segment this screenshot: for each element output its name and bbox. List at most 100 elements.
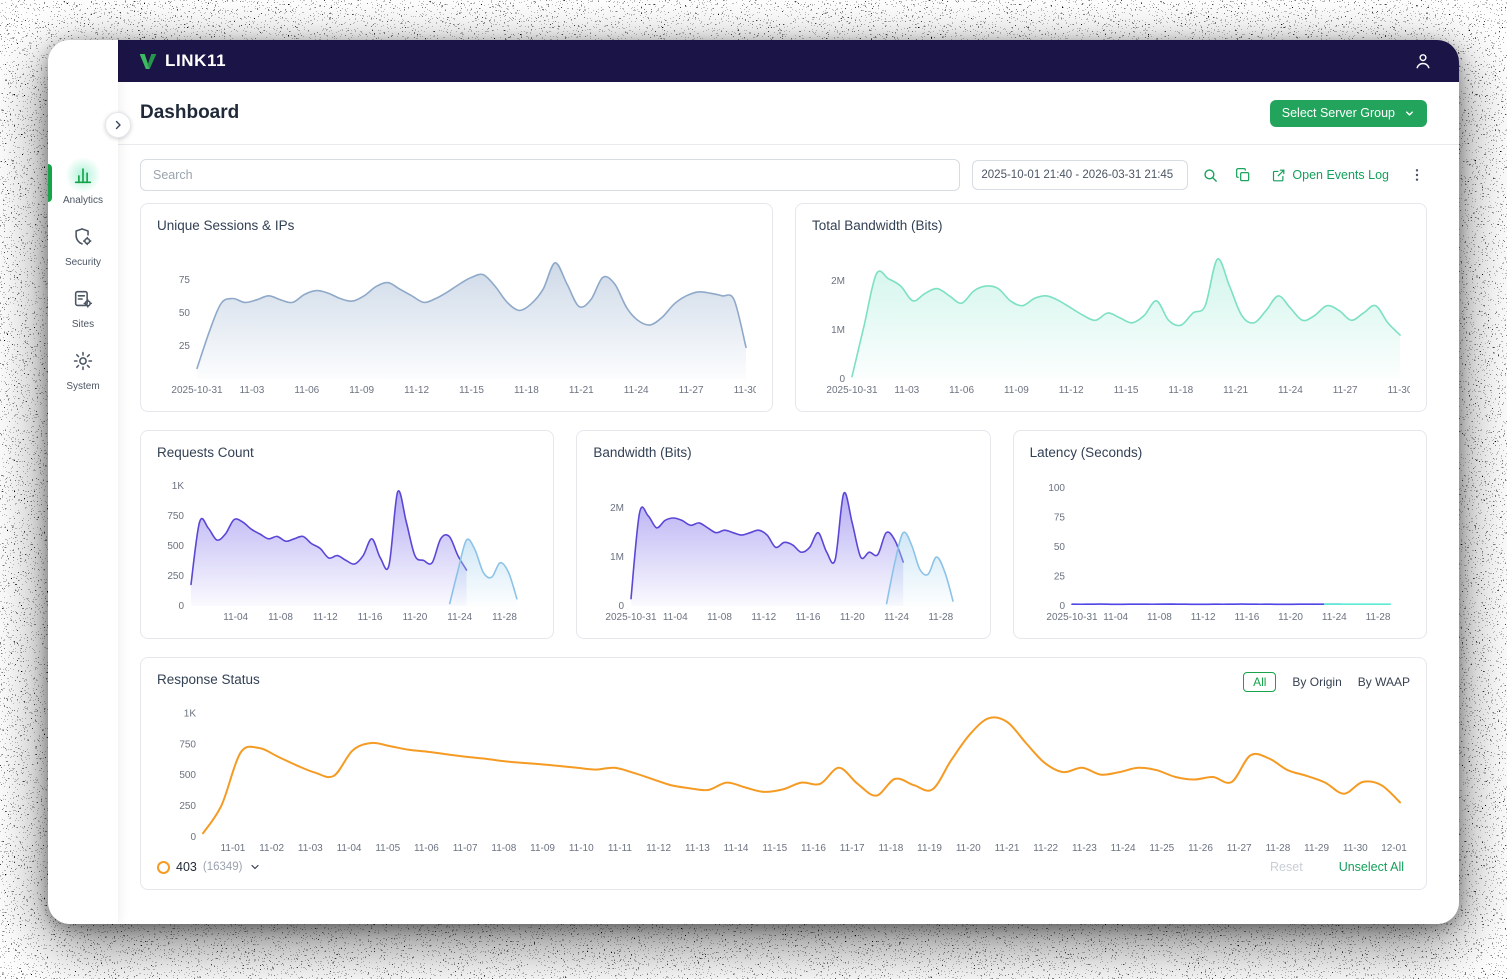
svg-text:1K: 1K: [172, 481, 185, 492]
legend-actions: Reset Unselect All: [1264, 859, 1410, 875]
svg-text:11-20: 11-20: [402, 612, 427, 623]
date-range-value: 2025-10-01 21:40 - 2026-03-31 21:45: [981, 169, 1173, 181]
svg-text:2025-10-31: 2025-10-31: [171, 385, 223, 396]
page-title: Dashboard: [140, 102, 239, 124]
response-status-footer: 403 (16349) Reset Unselect All: [157, 859, 1410, 875]
sidebar-item-sites[interactable]: Sites: [48, 282, 118, 330]
open-events-log-button[interactable]: Open Events Log: [1265, 167, 1395, 184]
svg-text:11-03: 11-03: [239, 385, 264, 396]
svg-text:11-02: 11-02: [259, 843, 284, 854]
svg-text:11-12: 11-12: [404, 385, 429, 396]
search-button[interactable]: [1200, 165, 1221, 186]
svg-text:11-26: 11-26: [1188, 843, 1213, 854]
svg-text:11-24: 11-24: [624, 385, 649, 396]
legend-403-label: 403: [176, 860, 197, 874]
total-bandwidth-chart: 2M1M02025-10-3111-0311-0611-0911-1211-15…: [812, 239, 1410, 397]
main-area: LINK11 Dashboard Select Server Group 202…: [118, 40, 1459, 924]
svg-text:25: 25: [179, 341, 191, 352]
tab-by-origin[interactable]: By Origin: [1292, 675, 1341, 689]
sidebar-expand-button[interactable]: [105, 112, 131, 138]
svg-text:11-19: 11-19: [917, 843, 942, 854]
svg-text:1M: 1M: [610, 552, 624, 563]
sidebar-item-label: Security: [65, 257, 101, 268]
svg-text:11-23: 11-23: [1072, 843, 1097, 854]
svg-text:11-28: 11-28: [1265, 843, 1290, 854]
page-content: Dashboard Select Server Group 2025-10-01…: [118, 82, 1459, 924]
sidebar-item-label: System: [66, 381, 99, 392]
svg-text:11-16: 11-16: [796, 612, 821, 623]
svg-text:11-11: 11-11: [608, 843, 633, 854]
sidebar-item-analytics[interactable]: Analytics: [48, 158, 118, 206]
app-header: LINK11: [118, 40, 1459, 82]
svg-text:11-12: 11-12: [1059, 385, 1084, 396]
gear-icon: [66, 344, 100, 378]
reset-button[interactable]: Reset: [1264, 859, 1309, 875]
svg-text:11-17: 11-17: [840, 843, 865, 854]
svg-text:11-27: 11-27: [1227, 843, 1252, 854]
select-server-group-label: Select Server Group: [1282, 106, 1395, 120]
svg-text:11-04: 11-04: [223, 612, 248, 623]
svg-text:11-08: 11-08: [268, 612, 293, 623]
user-account-button[interactable]: [1413, 51, 1433, 71]
sidebar-item-label: Analytics: [63, 195, 103, 206]
chart-title: Bandwidth (Bits): [593, 445, 973, 460]
svg-text:11-08: 11-08: [1147, 612, 1172, 623]
search-input[interactable]: [140, 159, 960, 191]
svg-text:50: 50: [179, 308, 191, 319]
svg-text:0: 0: [839, 374, 845, 385]
unique-sessions-card: Unique Sessions & IPs 7550252025-10-3111…: [140, 203, 773, 412]
svg-text:11-24: 11-24: [884, 612, 909, 623]
svg-text:11-28: 11-28: [492, 612, 517, 623]
legend-403[interactable]: 403 (16349): [157, 860, 261, 874]
chart-title: Latency (Seconds): [1030, 445, 1410, 460]
latency-card: Latency (Seconds) 10075502502025-10-3111…: [1013, 430, 1427, 639]
select-server-group-button[interactable]: Select Server Group: [1270, 100, 1427, 127]
svg-text:11-16: 11-16: [358, 612, 383, 623]
sidebar: Analytics Security Sites System: [48, 40, 118, 924]
svg-text:11-08: 11-08: [707, 612, 732, 623]
svg-text:11-13: 11-13: [685, 843, 710, 854]
svg-text:75: 75: [1054, 513, 1066, 524]
svg-text:11-27: 11-27: [1333, 385, 1358, 396]
active-nav-indicator: [48, 164, 52, 202]
svg-text:11-28: 11-28: [1365, 612, 1390, 623]
tab-by-waap[interactable]: By WAAP: [1358, 675, 1410, 689]
sidebar-item-system[interactable]: System: [48, 344, 118, 392]
svg-text:2025-10-31: 2025-10-31: [606, 612, 658, 623]
svg-text:11-12: 11-12: [646, 843, 671, 854]
tab-all[interactable]: All: [1243, 672, 1276, 692]
app-window: Analytics Security Sites System: [48, 40, 1459, 924]
svg-text:11-12: 11-12: [752, 612, 777, 623]
svg-text:11-06: 11-06: [949, 385, 974, 396]
more-options-button[interactable]: [1407, 165, 1427, 185]
svg-text:75: 75: [179, 275, 191, 286]
svg-text:11-24: 11-24: [447, 612, 472, 623]
svg-text:1M: 1M: [831, 325, 845, 336]
svg-text:11-21: 11-21: [569, 385, 594, 396]
sidebar-item-security[interactable]: Security: [48, 220, 118, 268]
svg-text:11-07: 11-07: [453, 843, 478, 854]
unselect-all-button[interactable]: Unselect All: [1333, 859, 1410, 875]
svg-text:11-10: 11-10: [569, 843, 594, 854]
open-events-log-icon: [1271, 168, 1286, 183]
svg-text:11-09: 11-09: [1004, 385, 1029, 396]
copy-button[interactable]: [1233, 165, 1253, 185]
svg-text:1K: 1K: [184, 708, 197, 719]
requests-count-chart: 1K750500250011-0411-0811-1211-1611-2011-…: [157, 466, 537, 624]
svg-text:50: 50: [1054, 542, 1066, 553]
svg-text:25: 25: [1054, 572, 1066, 583]
svg-text:11-24: 11-24: [1322, 612, 1347, 623]
svg-text:11-12: 11-12: [1190, 612, 1215, 623]
search-icon: [1202, 167, 1219, 184]
brand-name: LINK11: [165, 51, 226, 71]
chevron-down-icon: [249, 861, 261, 873]
svg-text:11-24: 11-24: [1111, 843, 1136, 854]
svg-text:11-08: 11-08: [491, 843, 516, 854]
svg-text:11-18: 11-18: [514, 385, 539, 396]
chevron-right-icon: [112, 119, 124, 131]
svg-text:11-21: 11-21: [1223, 385, 1248, 396]
date-range-picker[interactable]: 2025-10-01 21:40 - 2026-03-31 21:45: [972, 160, 1188, 190]
shield-gear-icon: [66, 220, 100, 254]
svg-text:11-04: 11-04: [337, 843, 362, 854]
svg-text:11-20: 11-20: [840, 612, 865, 623]
